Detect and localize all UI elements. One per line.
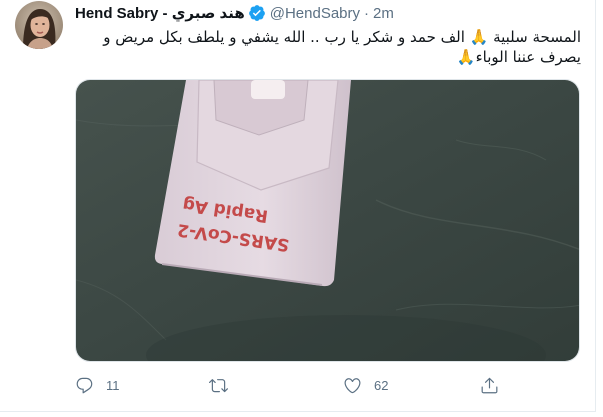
- share-icon: [481, 377, 498, 393]
- tweet-timestamp[interactable]: 2m: [373, 5, 394, 22]
- retweet-icon: [209, 378, 228, 392]
- like-icon: [344, 377, 361, 393]
- verified-badge-icon: [248, 4, 266, 22]
- retweet-button[interactable]: [209, 374, 240, 396]
- rapid-test-photo: Rapid Ag SARS-CoV-2: [76, 80, 579, 361]
- tweet-text: المسحة سلبية 🙏 الف حمد و شكر يا رب .. ال…: [75, 27, 581, 67]
- author-handle[interactable]: @HendSabry: [270, 5, 360, 22]
- reply-count: 11: [106, 377, 120, 393]
- reply-button[interactable]: 11: [75, 374, 120, 396]
- tweet-media-photo[interactable]: Rapid Ag SARS-CoV-2: [75, 79, 580, 362]
- tweet-actions: 11 62: [75, 374, 505, 396]
- reply-icon: [76, 377, 93, 393]
- tweet-text-line: المسحة سلبية 🙏 الف حمد و شكر يا رب .. ال…: [103, 28, 581, 46]
- like-count: 62: [374, 377, 389, 393]
- separator-dot: ·: [364, 4, 370, 22]
- like-button[interactable]: 62: [343, 374, 388, 396]
- author-display-name[interactable]: Hend Sabry - هند صبري: [75, 4, 245, 22]
- tweet-header: Hend Sabry - هند صبري @HendSabry · 2m: [75, 3, 394, 23]
- tweet[interactable]: Hend Sabry - هند صبري @HendSabry · 2m ال…: [0, 0, 596, 412]
- avatar-photo: [15, 1, 63, 49]
- avatar[interactable]: [15, 1, 63, 49]
- tweet-text-line: يصرف عننا الوباء🙏: [456, 48, 581, 66]
- share-button[interactable]: [480, 374, 499, 396]
